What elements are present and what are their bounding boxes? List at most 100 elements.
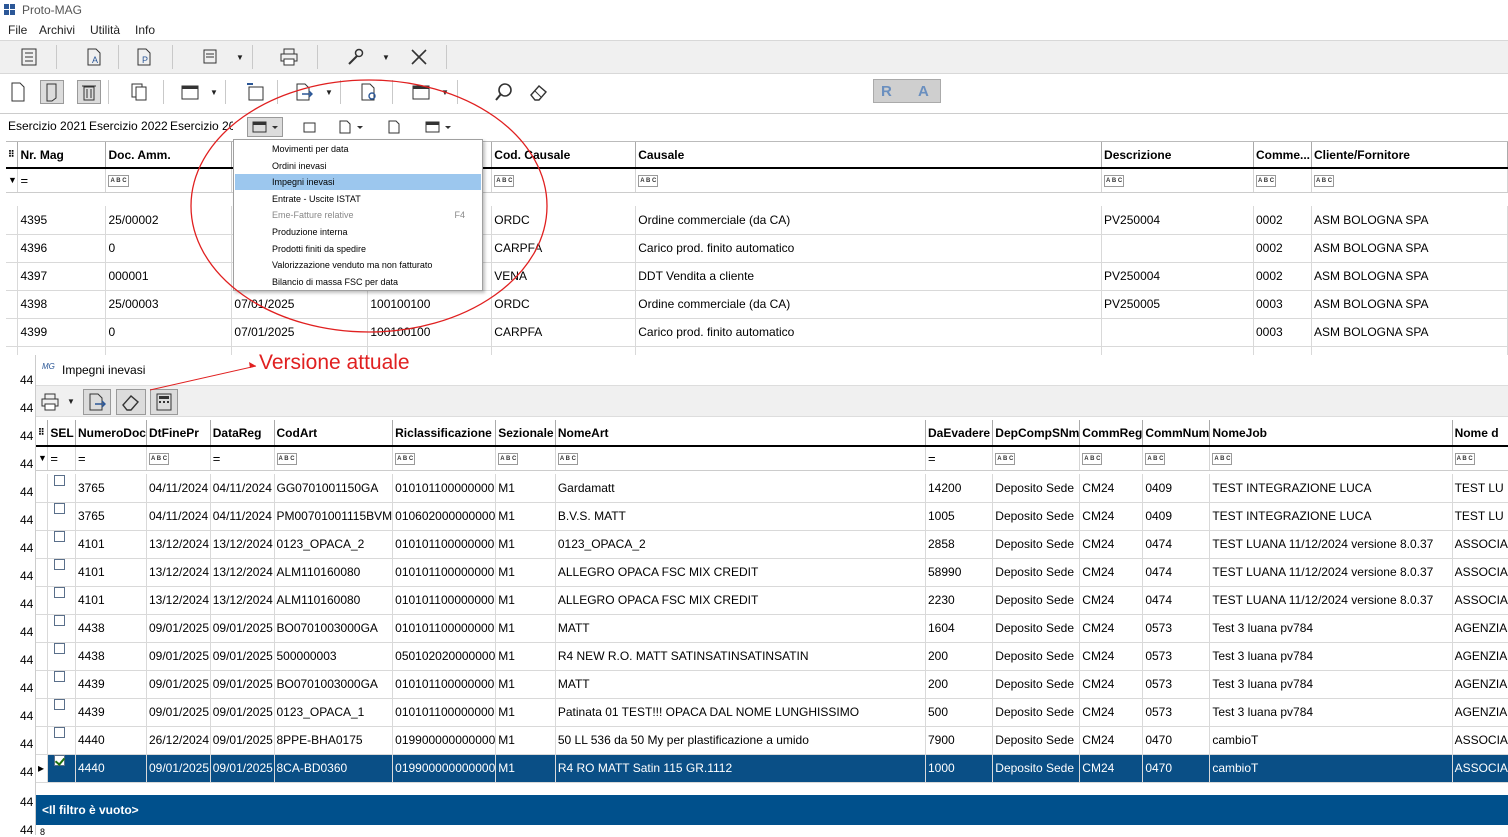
sel-cell[interactable] — [47, 586, 76, 615]
column-header[interactable]: Sezionale — [495, 420, 556, 447]
row-selector[interactable]: ▸ — [36, 754, 49, 783]
eraser-icon[interactable] — [527, 80, 551, 104]
menu-info[interactable]: Info — [135, 23, 155, 37]
table-row[interactable]: 4399 0 07/01/2025 100100100 CARPFA Carico pro… — [6, 318, 1508, 347]
filter-cell[interactable]: A B C — [146, 446, 211, 471]
menu-item[interactable]: Prodotti finiti da spedire — [235, 241, 481, 257]
menu-item[interactable]: Eme-Fatture relative F4 — [235, 207, 481, 223]
table-row[interactable]: 4398 25/00003 07/01/2025 100100100 ORDC Ordin… — [6, 290, 1508, 319]
chevron-down-icon[interactable]: ▼ — [382, 53, 390, 62]
doc-a-icon[interactable]: A — [82, 45, 106, 69]
chevron-down-icon[interactable]: ▼ — [441, 88, 449, 97]
table-row[interactable]: 4395 25/00002 ORDC Ordine commerciale (da C… — [6, 206, 1508, 235]
checkbox[interactable] — [54, 643, 66, 654]
row-selector[interactable] — [36, 474, 49, 503]
filter-cell[interactable]: = — [17, 168, 107, 193]
table-row[interactable]: 4440 26/12/2024 09/01/2025 8PPE-BHA0175 0199… — [36, 726, 1508, 755]
calendar-icon[interactable] — [178, 80, 202, 104]
filter-cell[interactable]: = — [925, 446, 994, 471]
chevron-down-icon[interactable]: ▼ — [67, 397, 75, 406]
calendar-icon[interactable] — [422, 117, 454, 137]
filter-cell[interactable]: = — [47, 446, 76, 471]
menu-item[interactable]: Impegni inevasi — [235, 174, 481, 191]
table-row[interactable]: 4101 13/12/2024 13/12/2024 ALM110160080 0101… — [36, 586, 1508, 615]
filter-cell[interactable]: A B C — [1101, 168, 1254, 193]
row-selector[interactable] — [36, 558, 49, 587]
table-row[interactable]: 4438 09/01/2025 09/01/2025 500000003 0501020… — [36, 642, 1508, 671]
checkbox[interactable] — [54, 615, 66, 626]
column-header[interactable]: Cod. Causale — [491, 142, 637, 169]
sel-cell[interactable] — [47, 614, 76, 643]
row-selector[interactable] — [36, 614, 49, 643]
row-selector[interactable] — [6, 234, 19, 263]
column-header[interactable]: NomeJob — [1209, 420, 1453, 447]
tab-esercizio-2021[interactable]: Esercizio 2021 — [8, 119, 87, 133]
table-row[interactable]: 4101 13/12/2024 13/12/2024 0123_OPACA_2 0101… — [36, 530, 1508, 559]
trash-icon[interactable] — [77, 80, 101, 104]
checkbox[interactable] — [54, 503, 66, 514]
column-header[interactable]: DepCompSNm — [992, 420, 1081, 447]
table-row[interactable]: 3765 04/11/2024 04/11/2024 PM00701001115BVM… — [36, 502, 1508, 531]
filter-cell[interactable]: A B C — [1079, 446, 1144, 471]
filter-cell[interactable]: A B C — [1253, 168, 1312, 193]
sel-cell[interactable] — [47, 502, 76, 531]
list-icon[interactable] — [17, 45, 41, 69]
checkbox[interactable] — [54, 671, 66, 682]
close-icon[interactable] — [407, 45, 431, 69]
print-icon[interactable] — [277, 45, 301, 69]
filter-cell[interactable]: A B C — [1452, 446, 1508, 471]
sel-cell[interactable] — [47, 670, 76, 699]
row-selector[interactable] — [36, 726, 49, 755]
export-doc-icon[interactable] — [336, 117, 368, 137]
table-row[interactable]: 4396 0 CARPFA Carico prod. finito automatic… — [6, 234, 1508, 263]
column-header[interactable]: CodArt — [274, 420, 394, 447]
menu-item[interactable]: Bilancio di massa FSC per data — [235, 274, 481, 290]
sel-cell[interactable] — [47, 558, 76, 587]
sel-cell[interactable] — [47, 474, 76, 503]
tab-esercizio-2023[interactable]: Esercizio 202 — [170, 119, 242, 133]
menu-item[interactable]: Ordini inevasi — [235, 158, 481, 174]
row-selector[interactable] — [36, 698, 49, 727]
register-icon[interactable] — [198, 45, 222, 69]
menu-utilita[interactable]: Utilità — [90, 23, 120, 37]
chevron-down-icon[interactable]: ▼ — [325, 88, 333, 97]
calendar-list-icon[interactable] — [299, 117, 319, 137]
column-header[interactable]: Comme... — [1253, 142, 1312, 169]
calendar-list-icon[interactable] — [243, 80, 267, 104]
table-row[interactable]: 4439 09/01/2025 09/01/2025 0123_OPACA_1 0101… — [36, 698, 1508, 727]
column-header[interactable]: SEL — [47, 420, 76, 447]
row-selector[interactable] — [6, 346, 19, 355]
filter-cell[interactable]: A B C — [1311, 168, 1508, 193]
row-selector[interactable] — [6, 290, 19, 319]
calendar-icon[interactable] — [247, 117, 283, 137]
row-selector[interactable] — [36, 670, 49, 699]
row-selector[interactable] — [36, 642, 49, 671]
column-header[interactable]: CommNum — [1142, 420, 1211, 447]
column-header[interactable]: DataReg — [210, 420, 275, 447]
column-header[interactable]: NumeroDoc — [75, 420, 147, 447]
wrench-icon[interactable] — [343, 45, 367, 69]
row-selector[interactable] — [6, 318, 19, 347]
column-header[interactable]: Cliente/Fornitore — [1311, 142, 1508, 169]
chevron-down-icon[interactable]: ▼ — [210, 88, 218, 97]
search-doc-icon[interactable] — [357, 80, 381, 104]
column-header[interactable]: CommReg — [1079, 420, 1144, 447]
checkbox[interactable] — [54, 699, 66, 710]
filter-cell[interactable]: A B C — [491, 168, 637, 193]
table-row[interactable]: 4439 09/01/2025 09/01/2025 BO0701003000GA 01… — [36, 670, 1508, 699]
column-header[interactable]: Nome d — [1452, 420, 1508, 447]
table-row[interactable]: 3765 04/11/2024 04/11/2024 GG0701001150GA 01… — [36, 474, 1508, 503]
checkbox[interactable] — [54, 531, 66, 542]
checkbox[interactable] — [54, 559, 66, 570]
filter-cell[interactable]: A B C — [274, 446, 394, 471]
sel-cell[interactable] — [47, 642, 76, 671]
sel-cell[interactable] — [47, 726, 76, 755]
menu-item[interactable]: Entrate - Uscite ISTAT — [235, 191, 481, 207]
export-doc-icon[interactable] — [292, 80, 316, 104]
checkbox-checked[interactable] — [54, 755, 66, 766]
table-row[interactable]: 440000000207/01/2025100100100VENADDT Ven… — [6, 346, 1508, 355]
chevron-down-icon[interactable]: ▼ — [236, 53, 244, 62]
calculator-icon[interactable] — [150, 389, 178, 415]
column-header[interactable]: NomeArt — [555, 420, 927, 447]
sel-cell[interactable] — [47, 698, 76, 727]
